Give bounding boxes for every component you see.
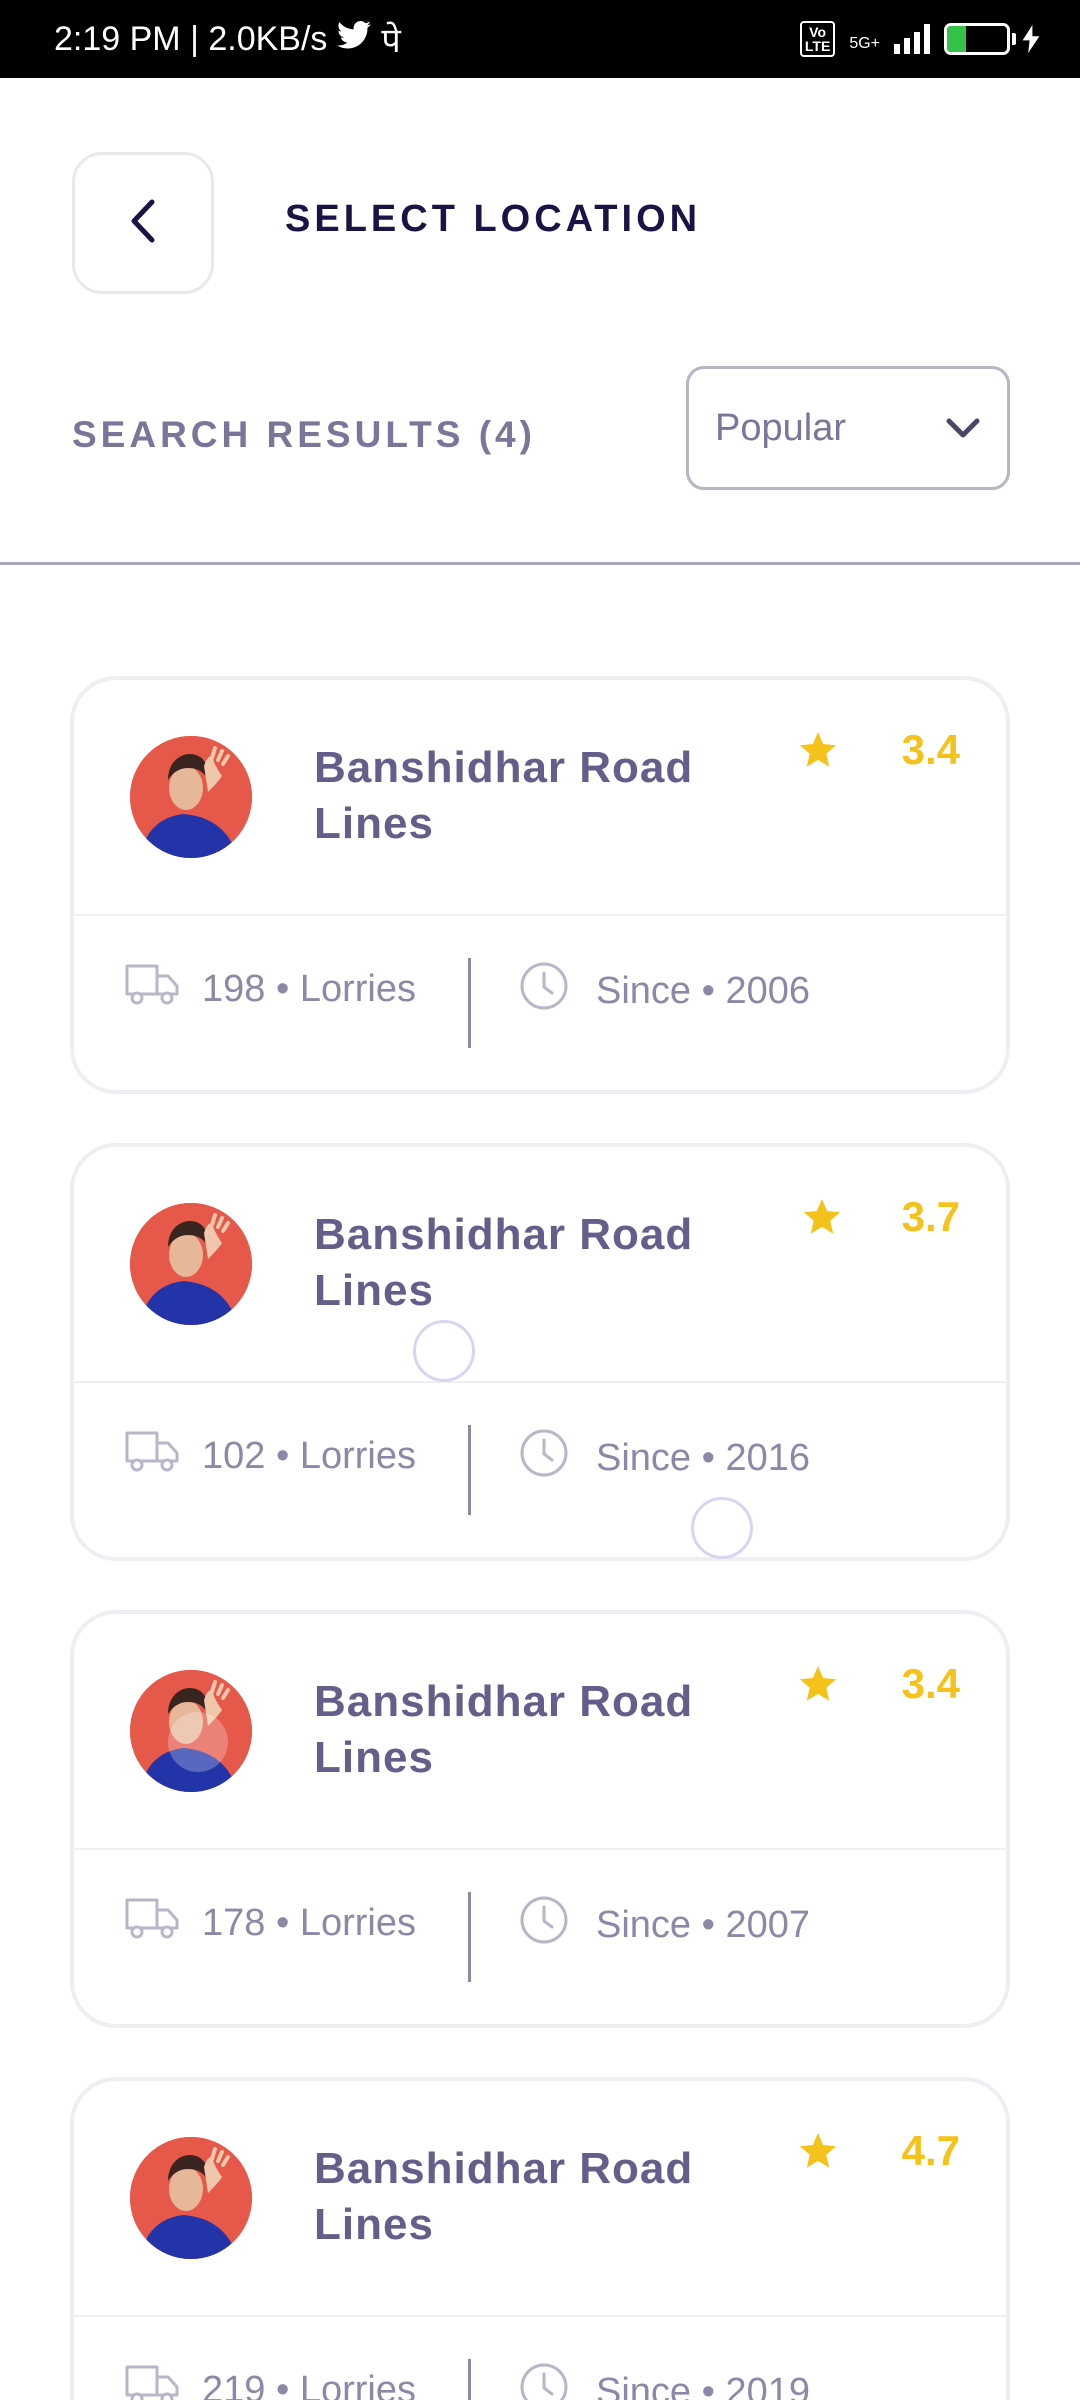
star-icon — [798, 1666, 838, 1709]
results-count: SEARCH RESULTS (4) — [72, 414, 536, 455]
avatar — [130, 1670, 252, 1792]
truck-icon — [124, 2361, 180, 2400]
chevron-down-icon — [945, 416, 981, 440]
card-name: Banshidhar Road Lines — [314, 1677, 694, 1782]
battery-level: 31 — [965, 27, 989, 50]
star-icon — [798, 2133, 838, 2176]
header-divider — [0, 562, 1080, 565]
card-name: Banshidhar Road Lines — [314, 2144, 694, 2249]
status-time: 2:19 PM | 2.0KB/s — [54, 19, 328, 58]
lorries-stat: 219 • Lorries — [124, 2361, 416, 2400]
card-divider — [74, 1381, 1006, 1383]
card-rating: 3.4 — [901, 726, 960, 773]
card-divider — [74, 1848, 1006, 1850]
twitter-icon — [337, 20, 372, 59]
status-extra: पे — [381, 22, 401, 60]
card-name: Banshidhar Road Lines — [314, 1210, 694, 1315]
page-title: SELECT LOCATION — [285, 198, 702, 240]
sort-dropdown[interactable]: Popular — [686, 366, 1010, 490]
touch-indicator — [413, 1320, 475, 1382]
clock-icon — [518, 1894, 570, 1956]
avatar — [130, 1203, 252, 1325]
card-rating: 3.7 — [901, 1193, 960, 1240]
sort-selected-label: Popular — [715, 406, 846, 449]
stat-separator — [468, 958, 471, 1048]
since-stat: Since • 2007 — [518, 1894, 810, 1956]
since-stat: Since • 2016 — [518, 1427, 810, 1489]
charging-icon — [1022, 25, 1040, 53]
since-stat: Since • 2019 — [518, 2361, 810, 2400]
card-name: Banshidhar Road Lines — [314, 743, 694, 848]
lorries-stat: 102 • Lorries — [124, 1427, 416, 1485]
lorries-count: 198 • Lorries — [202, 967, 416, 1010]
card-rating: 3.4 — [901, 1660, 960, 1707]
card-rating: 4.7 — [901, 2127, 960, 2174]
since-stat: Since • 2006 — [518, 960, 810, 1022]
network-label: 5G+ — [849, 35, 880, 52]
since-year: Since • 2006 — [596, 969, 811, 1012]
star-icon — [798, 732, 838, 775]
clock-icon — [518, 1427, 570, 1489]
since-year: Since • 2007 — [596, 1903, 811, 1946]
lorries-count: 219 • Lorries — [202, 2368, 416, 2400]
status-bar: 2:19 PM | 2.0KB/s पे Vo LTE 5G+ 31 — [0, 0, 1080, 78]
battery-icon: 31 — [944, 23, 1040, 55]
star-icon — [802, 1199, 842, 1242]
lorries-stat: 178 • Lorries — [124, 1894, 416, 1952]
since-year: Since • 2019 — [596, 2370, 811, 2400]
avatar — [130, 736, 252, 858]
transporter-card[interactable]: Banshidhar Road Lines 3.7 102 • Lorries … — [70, 1143, 1010, 1561]
touch-indicator — [691, 1497, 753, 1559]
clock-icon — [518, 960, 570, 1022]
card-divider — [74, 2315, 1006, 2317]
chevron-left-icon — [126, 196, 160, 251]
stat-separator — [468, 2359, 471, 2400]
volte-icon: Vo LTE — [799, 21, 836, 57]
back-button[interactable] — [72, 152, 214, 294]
clock-icon — [518, 2361, 570, 2400]
truck-icon — [124, 960, 180, 1018]
truck-icon — [124, 1427, 180, 1485]
card-divider — [74, 914, 1006, 916]
transporter-card[interactable]: Banshidhar Road Lines 3.4 198 • Lorries … — [70, 676, 1010, 1094]
signal-icon — [894, 24, 930, 54]
stat-separator — [468, 1425, 471, 1515]
truck-icon — [124, 1894, 180, 1952]
stat-separator — [468, 1892, 471, 1982]
avatar — [130, 2137, 252, 2259]
lorries-stat: 198 • Lorries — [124, 960, 416, 1018]
lorries-count: 178 • Lorries — [202, 1901, 416, 1944]
transporter-card[interactable]: Banshidhar Road Lines 3.4 178 • Lorries … — [70, 1610, 1010, 2028]
since-year: Since • 2016 — [596, 1436, 811, 1479]
transporter-card[interactable]: Banshidhar Road Lines 4.7 219 • Lorries … — [70, 2077, 1010, 2400]
lorries-count: 102 • Lorries — [202, 1434, 416, 1477]
